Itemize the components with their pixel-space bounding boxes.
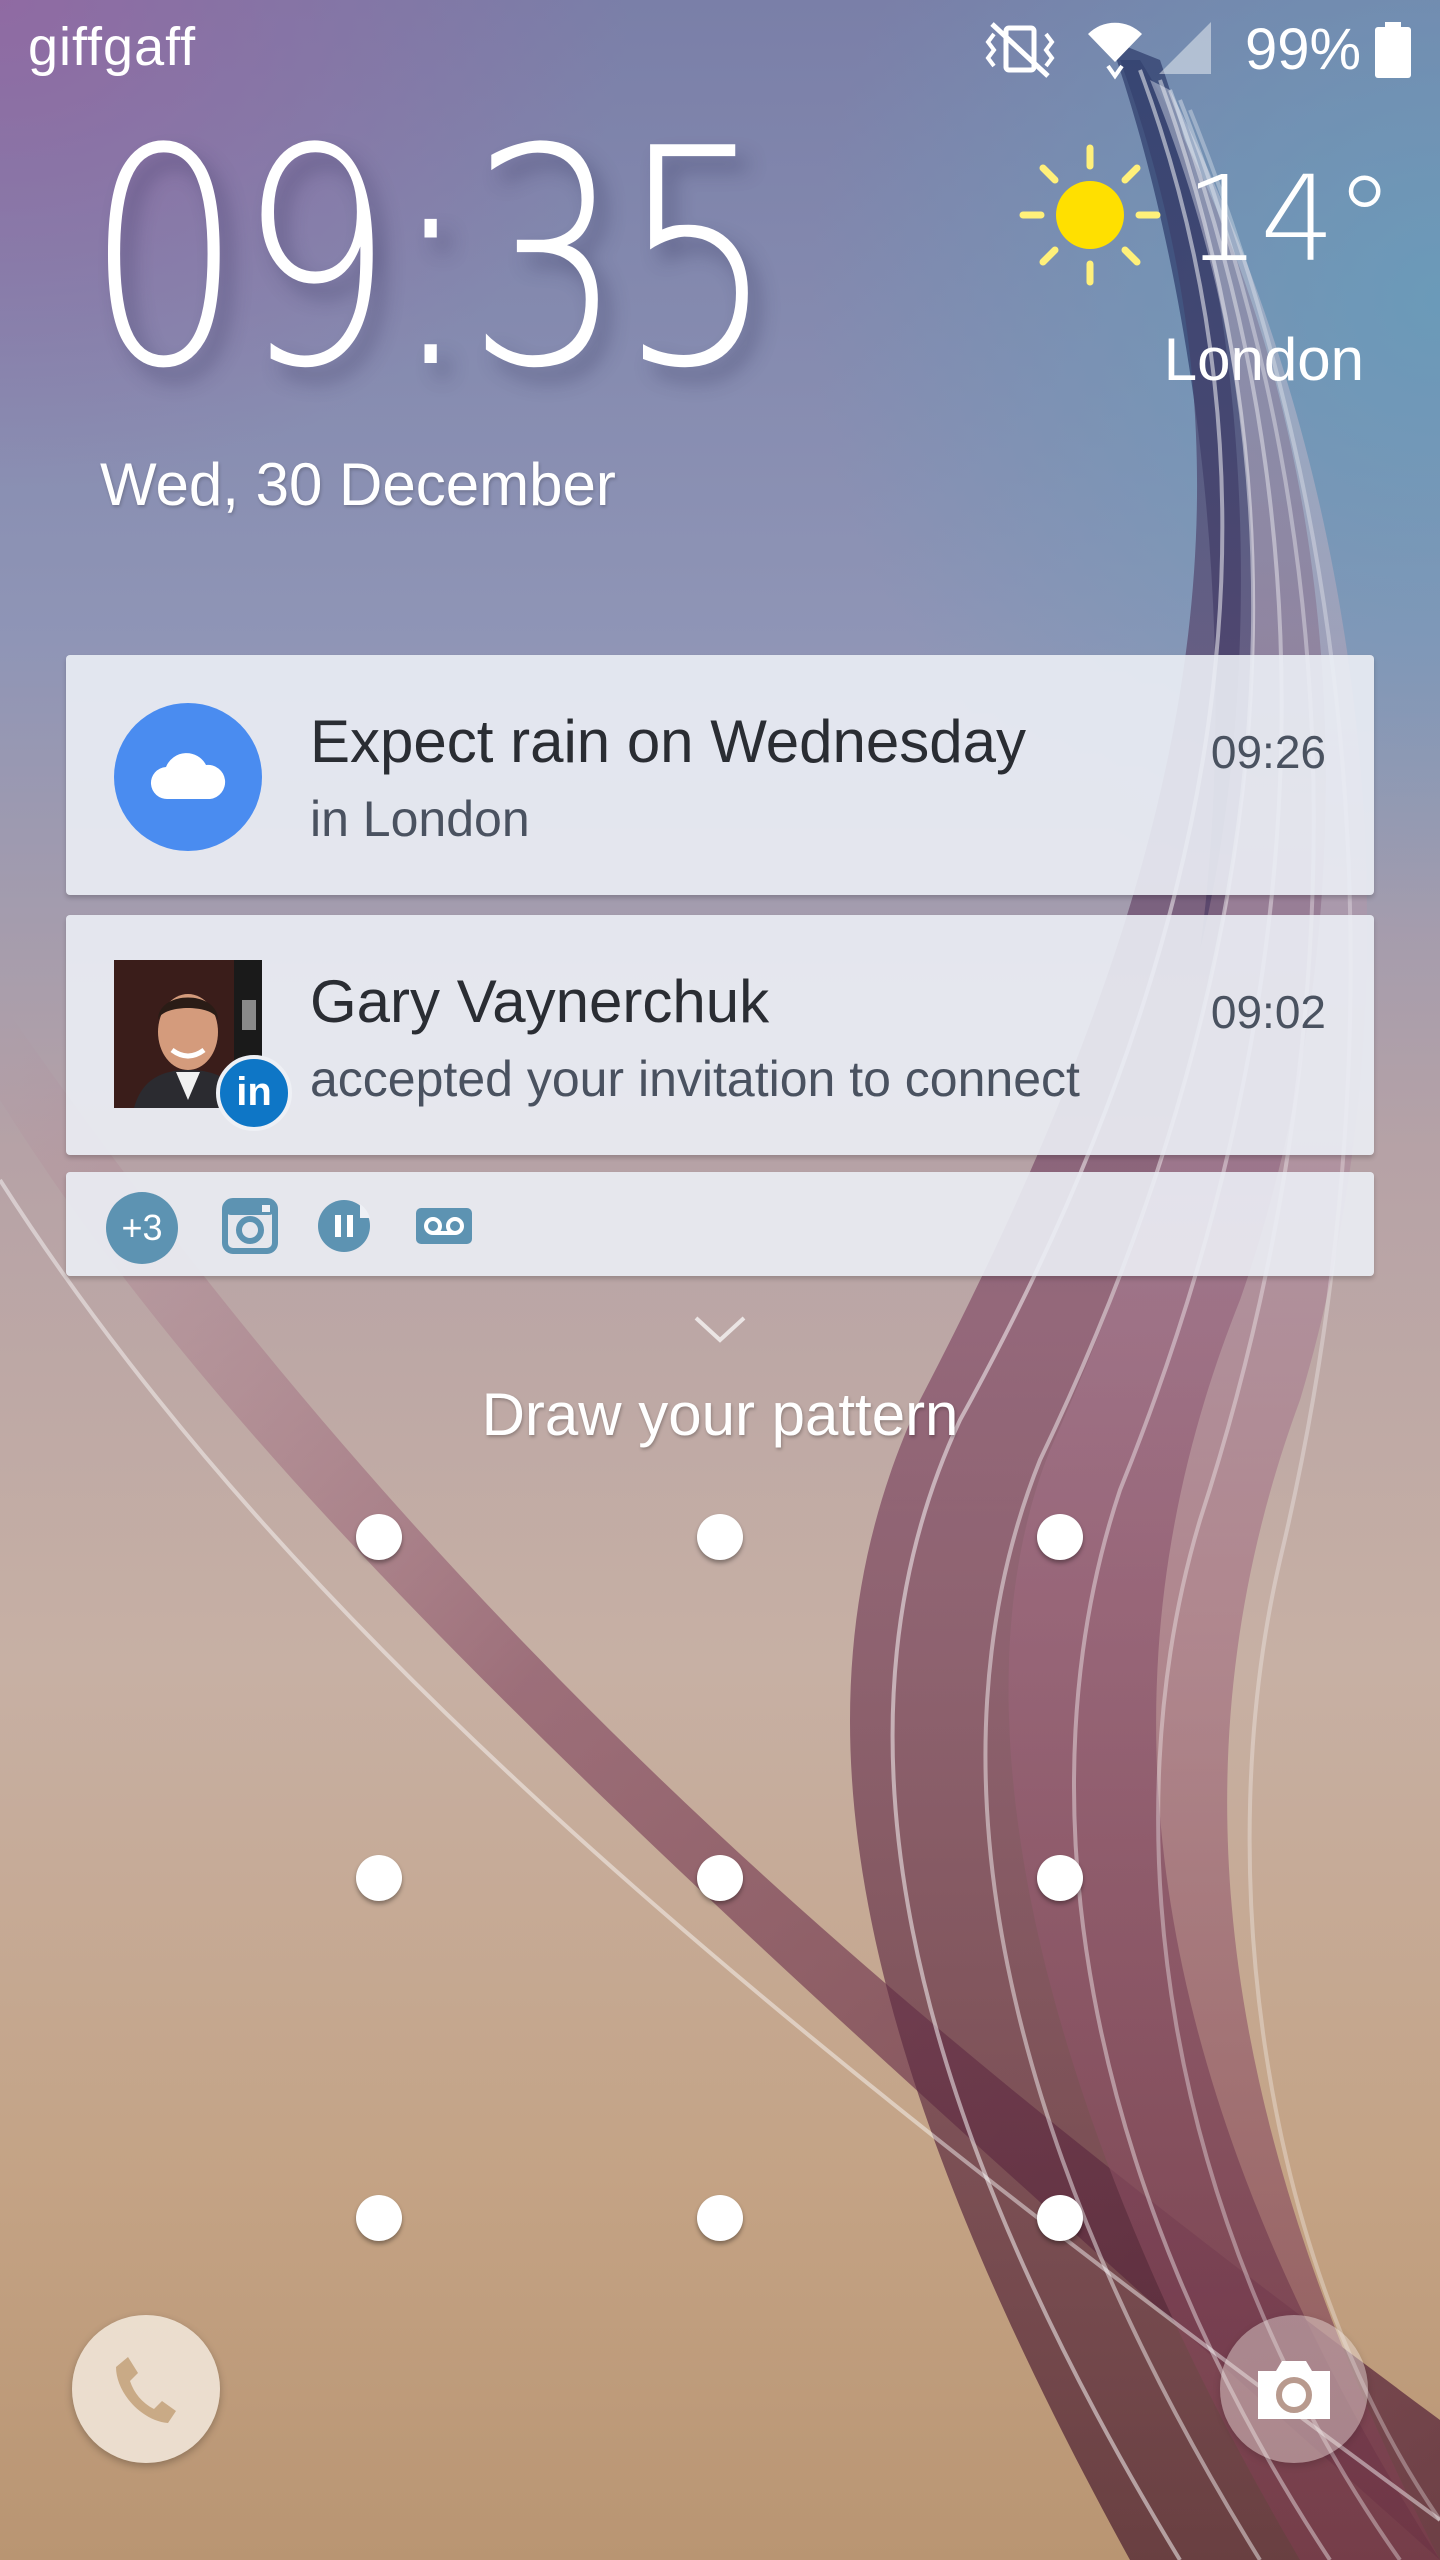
- pattern-dot[interactable]: [1037, 2195, 1083, 2241]
- cloud-icon: [114, 703, 262, 851]
- pattern-dot[interactable]: [697, 1855, 743, 1901]
- notification-title: Expect rain on Wednesday: [310, 708, 1026, 775]
- battery-icon: [1375, 22, 1411, 78]
- clock-time: 09:35: [86, 85, 775, 434]
- phone-icon: [116, 2357, 176, 2423]
- weather-temperature: 14°: [1185, 150, 1395, 288]
- camera-icon: [1258, 2361, 1330, 2419]
- weather-city: London: [1163, 326, 1364, 393]
- pattern-prompt: Draw your pattern: [481, 1381, 959, 1448]
- notification-weather[interactable]: Expect rain on Wednesday in London 09:26: [66, 655, 1374, 895]
- phone-shortcut-button[interactable]: [72, 2315, 220, 2463]
- notification-body: accepted your invitation to connect: [310, 1051, 1080, 1107]
- pattern-dot[interactable]: [356, 1514, 402, 1560]
- pattern-dot[interactable]: [1037, 1855, 1083, 1901]
- signal-icon: [1159, 22, 1211, 74]
- lock-screen: giffgaff 99% 09:35 Wed, 30 December 14° …: [0, 0, 1440, 2560]
- pattern-dot[interactable]: [356, 2195, 402, 2241]
- more-count-badge: +3: [106, 1192, 178, 1264]
- pattern-dot[interactable]: [356, 1855, 402, 1901]
- notification-linkedin[interactable]: in Gary Vaynerchuk accepted your invitat…: [66, 915, 1374, 1155]
- notification-time: 09:02: [1210, 986, 1326, 1038]
- chevron-down-icon[interactable]: [690, 1310, 750, 1350]
- linkedin-icon: in: [216, 1055, 292, 1131]
- pattern-dot[interactable]: [1037, 1514, 1083, 1560]
- pause-icon: [318, 1200, 370, 1252]
- pattern-dot[interactable]: [697, 1514, 743, 1560]
- pattern-dot[interactable]: [697, 2195, 743, 2241]
- carrier-name: giffgaff: [28, 17, 197, 77]
- clock-date: Wed, 30 December: [100, 451, 616, 518]
- camera-shortcut-button[interactable]: [1220, 2315, 1368, 2463]
- battery-percent: 99%: [1245, 17, 1362, 82]
- voicemail-icon: [416, 1208, 472, 1244]
- wifi-icon: [1088, 22, 1142, 80]
- notification-body: in London: [310, 791, 530, 847]
- mute-vibrate-icon: [985, 22, 1055, 78]
- instagram-icon: [222, 1198, 278, 1254]
- more-notifications-bar[interactable]: +3: [66, 1172, 1374, 1276]
- sun-icon: [1019, 144, 1161, 286]
- notification-title: Gary Vaynerchuk: [310, 968, 770, 1035]
- notification-time: 09:26: [1210, 726, 1326, 778]
